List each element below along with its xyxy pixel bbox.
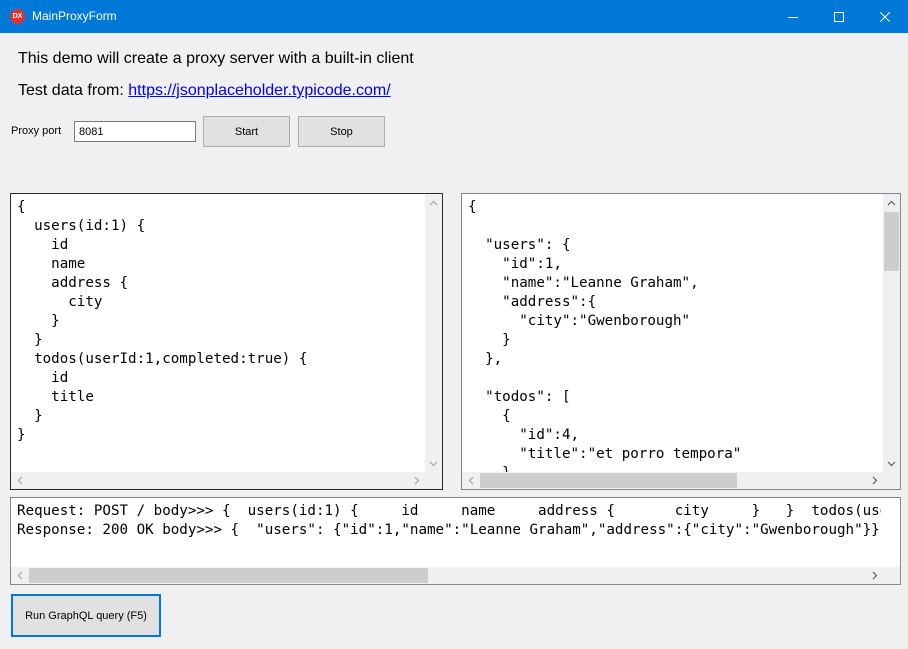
query-vertical-scrollbar[interactable] <box>425 194 442 472</box>
scroll-down-arrow-icon[interactable] <box>883 455 900 472</box>
response-line: { <box>468 408 511 424</box>
response-line: "todos": [ <box>468 389 571 405</box>
query-line: { <box>17 199 26 215</box>
scroll-up-arrow-icon[interactable] <box>883 194 900 211</box>
horizontal-scroll-thumb[interactable] <box>480 473 737 488</box>
scroll-right-arrow-icon[interactable] <box>866 567 883 584</box>
title-bar[interactable]: DX MainProxyForm <box>0 0 908 33</box>
query-line: todos(userId:1,completed:true) { <box>17 351 308 367</box>
log-text: Request: POST / body>>> { users(id:1) { … <box>17 502 881 540</box>
maximize-icon <box>834 11 844 22</box>
response-horizontal-scrollbar[interactable] <box>462 472 883 489</box>
query-text: { users(id:1) { id name address { city }… <box>17 198 307 445</box>
query-line: } <box>17 332 43 348</box>
response-line: } <box>468 332 511 348</box>
proxy-port-label: Proxy port <box>11 125 62 137</box>
close-button[interactable] <box>862 0 908 33</box>
query-line: title <box>17 389 94 405</box>
query-line: id <box>17 370 69 386</box>
query-line: city <box>17 294 103 310</box>
json-response-viewer[interactable]: { "users": { "id":1, "name":"Leanne Grah… <box>461 193 901 490</box>
request-log[interactable]: Request: POST / body>>> { users(id:1) { … <box>10 497 901 585</box>
response-line: "id":4, <box>468 427 580 443</box>
response-text: { "users": { "id":1, "name":"Leanne Grah… <box>468 198 741 483</box>
start-button[interactable]: Start <box>203 116 290 147</box>
response-line: "address":{ <box>468 294 597 310</box>
test-data-line: Test data from: https://jsonplaceholder.… <box>18 82 391 100</box>
log-response-line: Response: 200 OK body>>> { "users": {"id… <box>17 522 881 538</box>
response-line: "city":"Gwenborough" <box>468 313 691 329</box>
scroll-right-arrow-icon[interactable] <box>866 472 883 489</box>
response-vertical-scrollbar[interactable] <box>883 194 900 472</box>
query-line: name <box>17 256 86 272</box>
query-line: } <box>17 408 43 424</box>
scroll-up-arrow-icon[interactable] <box>425 194 442 211</box>
scrollbar-corner <box>883 472 900 489</box>
query-line: users(id:1) { <box>17 218 146 234</box>
response-line: "name":"Leanne Graham", <box>468 275 699 291</box>
intro-description: This demo will create a proxy server wit… <box>18 50 414 67</box>
graphql-query-editor[interactable]: { users(id:1) { id name address { city }… <box>10 193 443 490</box>
app-icon: DX <box>10 9 25 24</box>
vertical-scroll-thumb[interactable] <box>884 212 899 271</box>
response-line: { <box>468 199 477 215</box>
window-title: MainProxyForm <box>32 9 117 23</box>
response-line: "title":"et porro tempora" <box>468 446 742 462</box>
scroll-left-arrow-icon[interactable] <box>11 567 28 584</box>
response-line <box>468 217 741 236</box>
response-line <box>468 369 741 388</box>
test-data-link[interactable]: https://jsonplaceholder.typicode.com/ <box>128 82 390 99</box>
query-line: id <box>17 237 69 253</box>
minimize-icon <box>788 16 798 18</box>
proxy-port-input[interactable] <box>74 121 196 142</box>
log-request-line: Request: POST / body>>> { users(id:1) { … <box>17 503 881 519</box>
response-line: "users": { <box>468 237 571 253</box>
scroll-right-arrow-icon[interactable] <box>408 472 425 489</box>
response-line: "id":1, <box>468 256 562 272</box>
log-horizontal-scrollbar[interactable] <box>11 567 900 584</box>
query-line: } <box>17 427 26 443</box>
test-data-label: Test data from: <box>18 82 124 99</box>
query-line: address { <box>17 275 129 291</box>
response-line: }, <box>468 351 503 367</box>
scroll-left-arrow-icon[interactable] <box>462 472 479 489</box>
close-icon <box>880 11 890 22</box>
minimize-button[interactable] <box>770 0 816 33</box>
query-line: } <box>17 313 60 329</box>
scroll-left-arrow-icon[interactable] <box>11 472 28 489</box>
scrollbar-corner <box>425 472 442 489</box>
horizontal-scroll-thumb[interactable] <box>29 568 428 583</box>
scroll-down-arrow-icon[interactable] <box>425 455 442 472</box>
stop-button[interactable]: Stop <box>298 116 385 147</box>
query-horizontal-scrollbar[interactable] <box>11 472 425 489</box>
maximize-button[interactable] <box>816 0 862 33</box>
run-graphql-query-button[interactable]: Run GraphQL query (F5) <box>11 594 161 637</box>
